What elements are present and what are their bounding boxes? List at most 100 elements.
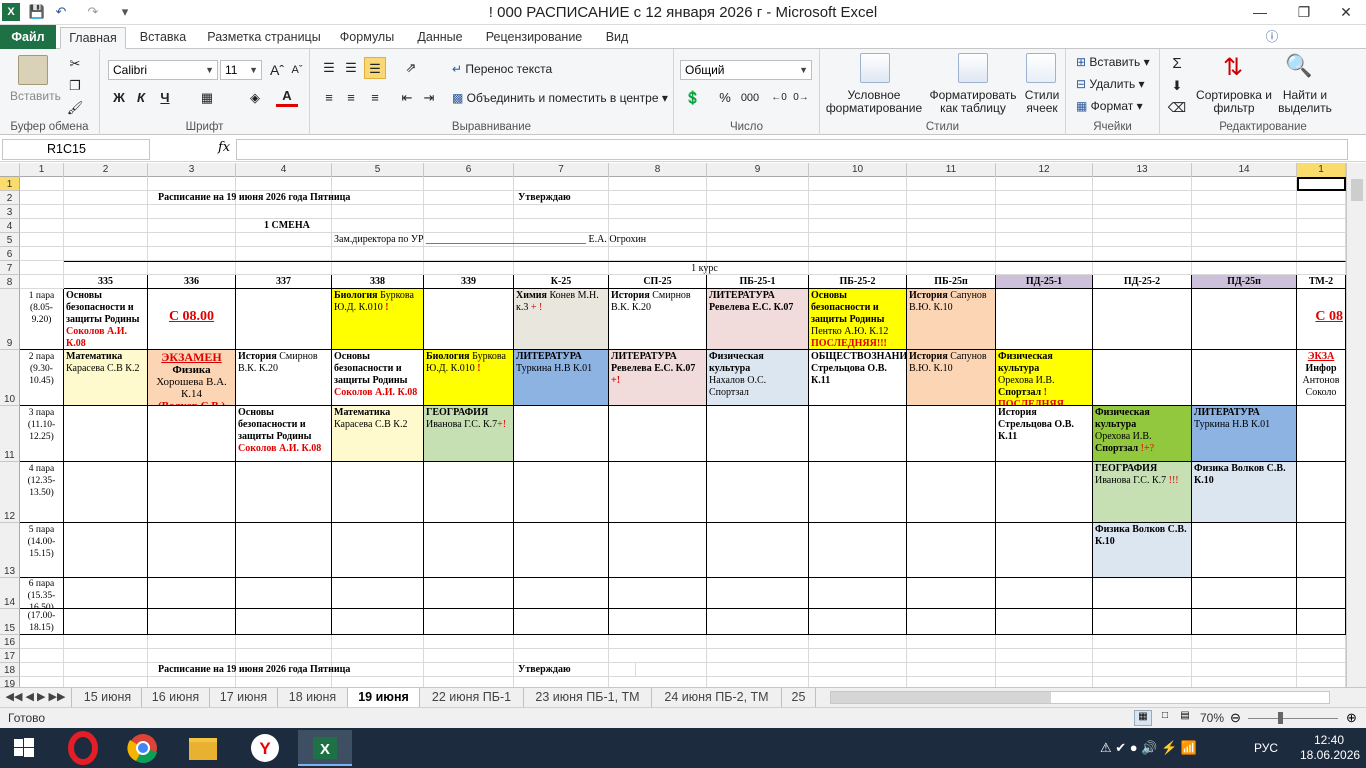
lesson-k25-2[interactable]: ЛИТЕРАТУРА Туркина Н.В К.01 xyxy=(514,350,609,406)
page-break-icon[interactable]: ▤ xyxy=(1176,710,1194,726)
schedule-cell-empty[interactable] xyxy=(424,609,514,635)
schedule-cell-empty[interactable] xyxy=(332,523,424,578)
grid-cell[interactable] xyxy=(1297,649,1346,663)
grid-cell[interactable] xyxy=(64,219,148,233)
grid-cell[interactable] xyxy=(148,205,236,219)
lesson-pdp-4[interactable]: Физика Волков С.В. К.10 xyxy=(1192,462,1297,523)
opera-icon[interactable] xyxy=(56,730,110,766)
minimize-button[interactable]: — xyxy=(1240,0,1280,25)
row-header[interactable]: 17 xyxy=(0,649,20,663)
row-header[interactable]: 16 xyxy=(0,635,20,649)
schedule-cell-empty[interactable] xyxy=(907,523,996,578)
grid-cell[interactable] xyxy=(148,677,236,687)
paste-label[interactable]: Вставить xyxy=(10,89,61,103)
align-center-icon[interactable]: ≡ xyxy=(340,87,362,109)
column-header[interactable]: 12 xyxy=(996,163,1093,177)
schedule-cell-empty[interactable] xyxy=(1192,609,1297,635)
schedule-cell-empty[interactable] xyxy=(514,406,609,462)
grid-cell[interactable] xyxy=(609,649,707,663)
bold-button[interactable]: Ж xyxy=(108,87,130,109)
grid-cell[interactable] xyxy=(1297,663,1346,677)
grid-cell[interactable] xyxy=(996,219,1093,233)
schedule-cell-empty[interactable] xyxy=(1093,289,1192,350)
grid-cell[interactable] xyxy=(64,649,148,663)
group-header[interactable]: 338 xyxy=(332,275,424,289)
grid-cell[interactable] xyxy=(1192,219,1297,233)
course-text[interactable]: 1 курс xyxy=(64,261,1346,275)
grid-cell[interactable] xyxy=(64,677,148,687)
grid-cell[interactable] xyxy=(609,635,707,649)
grid-cell[interactable] xyxy=(907,233,996,247)
schedule-cell-empty[interactable] xyxy=(707,609,809,635)
align-left-icon[interactable]: ≡ xyxy=(318,87,340,109)
fill-icon[interactable]: ⬇ xyxy=(1166,75,1188,97)
column-header[interactable]: 2 xyxy=(64,163,148,177)
grid-cell[interactable] xyxy=(236,177,332,191)
grid-cell[interactable] xyxy=(809,177,907,191)
lesson-pd1-3[interactable]: История Стрельцова О.В. К.11 xyxy=(996,406,1093,462)
schedule-cell-empty[interactable] xyxy=(1297,406,1346,462)
lesson-336-1[interactable]: С 08.00 xyxy=(148,289,236,350)
input-language[interactable]: РУС xyxy=(1254,741,1278,768)
grid-cell[interactable] xyxy=(64,233,148,247)
column-header[interactable]: 3 xyxy=(148,163,236,177)
lesson-339-2[interactable]: Биология Буркова Ю.Д. К.010 ! xyxy=(424,350,514,406)
find-select-button[interactable]: Найти и выделить xyxy=(1274,89,1336,115)
grid-cell[interactable] xyxy=(424,247,514,261)
grid-cell[interactable] xyxy=(332,219,424,233)
insert-cells-button[interactable]: ⊞ Вставить ▾ xyxy=(1076,55,1150,69)
grid-cell[interactable] xyxy=(996,663,1093,677)
grid-cell[interactable] xyxy=(707,635,809,649)
schedule-cell-empty[interactable] xyxy=(1192,578,1297,609)
grid-cell[interactable] xyxy=(514,677,609,687)
schedule-cell-empty[interactable] xyxy=(1192,523,1297,578)
grid-cell[interactable] xyxy=(707,177,809,191)
schedule-cell-empty[interactable] xyxy=(148,406,236,462)
grid-cell[interactable] xyxy=(1093,649,1192,663)
group-header[interactable]: ПБ-25-2 xyxy=(809,275,907,289)
row-header[interactable]: 8 xyxy=(0,275,20,289)
tab-formulas[interactable]: Формулы xyxy=(336,27,398,49)
grid-cell[interactable] xyxy=(609,177,707,191)
lesson-338-2[interactable]: Основы безопасности и защиты Родины Сокол… xyxy=(332,350,424,406)
lesson-pd2-5[interactable]: Физика Волков С.В. К.10 xyxy=(1093,523,1192,578)
row-header[interactable]: 11 xyxy=(0,406,20,462)
lesson-k25-1[interactable]: Химия Конев М.Н. к.3 + ! xyxy=(514,289,609,350)
lesson-338-1[interactable]: Биология Буркова Ю.Д. К.010 ! xyxy=(332,289,424,350)
schedule-cell-empty[interactable] xyxy=(707,406,809,462)
grid-cell[interactable] xyxy=(514,649,609,663)
pair-label[interactable]: (17.00-18.15) xyxy=(20,609,64,635)
grid-cell[interactable] xyxy=(809,677,907,687)
grid-cell[interactable] xyxy=(332,205,424,219)
conditional-format-icon[interactable] xyxy=(860,53,890,83)
grid-cell[interactable] xyxy=(236,635,332,649)
schedule-cell-empty[interactable] xyxy=(907,609,996,635)
grid-cell[interactable] xyxy=(148,177,236,191)
grid-cell[interactable] xyxy=(609,677,707,687)
grid-cell[interactable] xyxy=(236,233,332,247)
align-right-icon[interactable]: ≡ xyxy=(364,87,386,109)
autosum-button[interactable]: Σ xyxy=(1166,53,1188,75)
grid-cell[interactable] xyxy=(514,177,609,191)
schedule-cell-empty[interactable] xyxy=(907,462,996,523)
grid-cell[interactable] xyxy=(707,205,809,219)
merge-center-button[interactable]: ▩ Объединить и поместить в центре ▾ xyxy=(452,91,668,105)
lesson-pb1-1[interactable]: ЛИТЕРАТУРА Ревелева Е.С. К.07 xyxy=(707,289,809,350)
grid-cell[interactable] xyxy=(707,219,809,233)
grid-cell[interactable] xyxy=(1297,635,1346,649)
grid-cell[interactable] xyxy=(148,649,236,663)
group-header[interactable]: 336 xyxy=(148,275,236,289)
schedule-cell-empty[interactable] xyxy=(809,462,907,523)
grid-cell[interactable] xyxy=(424,177,514,191)
italic-button[interactable]: К xyxy=(130,87,152,109)
horizontal-scroll-thumb[interactable] xyxy=(831,692,1051,703)
restore-button[interactable]: ❐ xyxy=(1284,0,1324,25)
schedule-cell-empty[interactable] xyxy=(707,578,809,609)
grid-cell[interactable] xyxy=(907,247,996,261)
row-header[interactable]: 7 xyxy=(0,261,20,275)
lesson-pd2-3[interactable]: Физическая культура Орехова И.В. Спортзал … xyxy=(1093,406,1192,462)
schedule-cell-empty[interactable] xyxy=(1297,609,1346,635)
schedule-cell-empty[interactable] xyxy=(64,462,148,523)
grid-cell[interactable] xyxy=(996,649,1093,663)
fill-color-icon[interactable]: ◈ xyxy=(244,87,266,109)
